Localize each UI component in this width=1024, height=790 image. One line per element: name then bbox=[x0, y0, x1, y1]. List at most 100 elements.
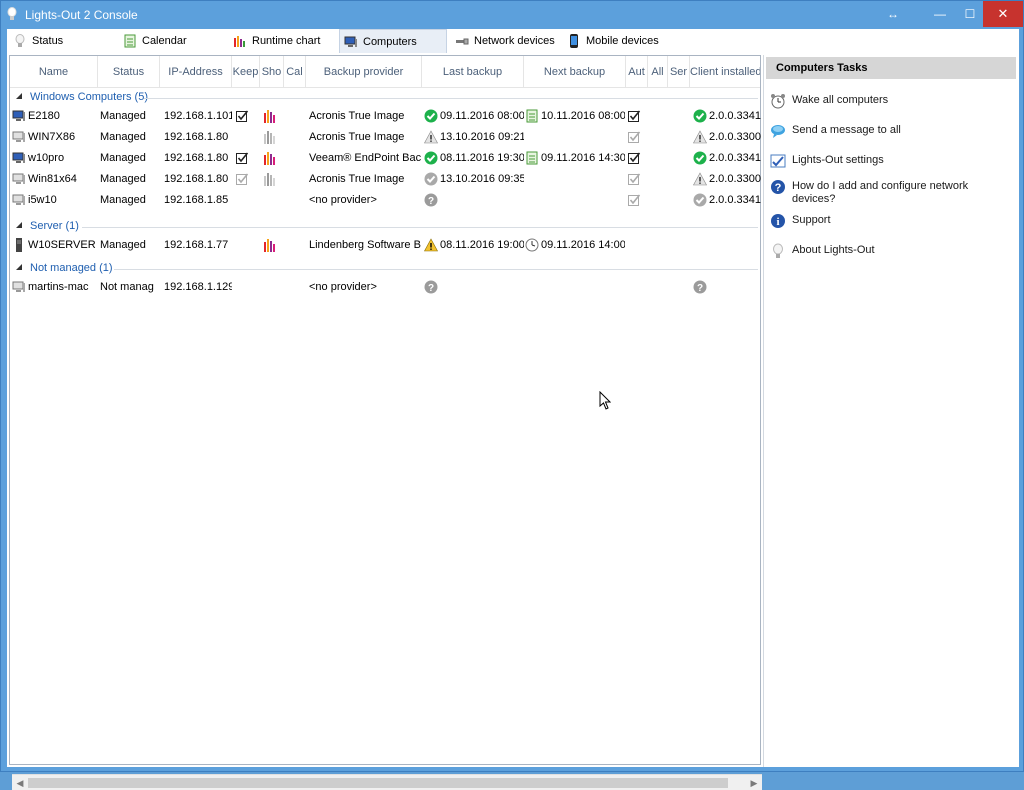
task-about[interactable]: About Lights-Out bbox=[770, 243, 1010, 259]
checkbox-checked-icon[interactable] bbox=[235, 109, 249, 123]
task-label: How do I add and configure network devic… bbox=[792, 180, 969, 205]
task-label: Send a message to all bbox=[792, 124, 901, 136]
last-backup-cell: 13.10.2016 09:21 bbox=[440, 131, 524, 143]
maximize-button[interactable]: ☐ bbox=[955, 1, 985, 27]
svg-text:?: ? bbox=[775, 182, 782, 194]
clock-icon bbox=[525, 238, 539, 252]
backup-provider-cell: Acronis True Image bbox=[309, 173, 405, 185]
collapse-triangle-icon[interactable] bbox=[16, 222, 22, 228]
bar-chart-gray-icon[interactable] bbox=[263, 130, 277, 144]
column-header-provider[interactable]: Backup provider bbox=[306, 56, 422, 88]
scroll-left-icon[interactable]: ◀ bbox=[13, 777, 27, 789]
column-header-all[interactable]: All bbox=[648, 56, 668, 88]
collapse-triangle-icon[interactable] bbox=[16, 264, 22, 270]
table-row[interactable]: E2180 Managed 192.168.1.101 Acronis True Im… bbox=[10, 106, 761, 127]
checkbox-checked-icon[interactable] bbox=[627, 151, 641, 165]
scroll-right-icon[interactable]: ▶ bbox=[747, 777, 761, 789]
checkbox-checked-icon[interactable] bbox=[235, 151, 249, 165]
warning-gray-icon bbox=[693, 130, 707, 144]
tab-label: Computers bbox=[363, 35, 417, 48]
task-label: About Lights-Out bbox=[792, 244, 875, 256]
alarm-clock-icon bbox=[770, 93, 786, 109]
tasks-header: Computers Tasks bbox=[766, 57, 1016, 79]
column-header-aut[interactable]: Aut bbox=[626, 56, 648, 88]
group-header[interactable]: Server (1) bbox=[14, 219, 758, 235]
column-header-cal[interactable]: Cal bbox=[284, 56, 306, 88]
tab-status[interactable]: Status bbox=[9, 29, 117, 53]
title-bar[interactable]: Lights-Out 2 Console ↔ — ☐ ✕ bbox=[1, 1, 1023, 29]
column-header-next-backup[interactable]: Next backup bbox=[524, 56, 626, 88]
column-header-ser[interactable]: Ser bbox=[668, 56, 690, 88]
computer-list[interactable]: Name Status IP-Address Keep Sho Cal Back… bbox=[9, 55, 762, 790]
column-header-row: Name Status IP-Address Keep Sho Cal Back… bbox=[10, 56, 760, 88]
tab-runtime-chart[interactable]: Runtime chart bbox=[229, 29, 337, 53]
table-row[interactable]: martins-mac Not manag 192.168.1.129 <no pro… bbox=[10, 277, 760, 298]
calendar-icon bbox=[525, 109, 539, 123]
computer-name: W10SERVER bbox=[28, 239, 96, 251]
backup-provider-cell: Veeam® EndPoint Back bbox=[309, 152, 421, 164]
task-label: Support bbox=[792, 214, 831, 226]
task-settings[interactable]: Lights-Out settings bbox=[770, 153, 1010, 169]
bar-chart-gray-icon[interactable] bbox=[263, 172, 277, 186]
column-header-ip[interactable]: IP-Address bbox=[160, 56, 232, 88]
backup-provider-cell: Lindenberg Software Ba bbox=[309, 239, 421, 251]
bar-chart-icon[interactable] bbox=[263, 238, 277, 252]
tab-computers[interactable]: Computers bbox=[339, 29, 447, 53]
tab-label: Network devices bbox=[474, 35, 555, 47]
checkbox-checked-gray-icon[interactable] bbox=[627, 172, 641, 186]
bulb-icon bbox=[7, 7, 17, 22]
client-installed-cell: 2.0.0.3341 bbox=[709, 110, 761, 122]
column-header-last-backup[interactable]: Last backup bbox=[422, 56, 524, 88]
column-header-show[interactable]: Sho bbox=[260, 56, 284, 88]
column-header-keep[interactable]: Keep bbox=[232, 56, 260, 88]
group-label: Windows Computers (5) bbox=[30, 91, 148, 103]
group-header[interactable]: Windows Computers (5) bbox=[14, 90, 758, 106]
scrollbar-thumb[interactable] bbox=[28, 778, 728, 788]
task-support[interactable]: i Support bbox=[770, 213, 1010, 229]
table-row[interactable]: w10pro Managed 192.168.1.80 Veeam® EndPoint… bbox=[10, 148, 761, 169]
bar-chart-icon[interactable] bbox=[263, 109, 277, 123]
svg-text:i: i bbox=[776, 216, 779, 228]
tab-network-devices[interactable]: Network devices bbox=[451, 29, 561, 53]
minimize-button[interactable]: — bbox=[925, 1, 955, 27]
resize-arrows-icon[interactable]: ↔ bbox=[879, 1, 907, 27]
settings-checklist-icon bbox=[770, 153, 786, 169]
tab-calendar[interactable]: Calendar bbox=[119, 29, 227, 53]
question-icon: ? bbox=[424, 280, 438, 294]
task-help-network[interactable]: ? How do I add and configure network dev… bbox=[770, 179, 1010, 206]
column-header-status[interactable]: Status bbox=[98, 56, 160, 88]
checkbox-checked-gray-icon[interactable] bbox=[627, 193, 641, 207]
tab-label: Mobile devices bbox=[586, 35, 659, 47]
bar-chart-icon[interactable] bbox=[263, 151, 277, 165]
column-header-name[interactable]: Name bbox=[10, 56, 98, 88]
table-row[interactable]: W10SERVER Managed 192.168.1.77 Lindenberg S… bbox=[10, 235, 760, 256]
collapse-triangle-icon[interactable] bbox=[16, 93, 22, 99]
tab-label: Calendar bbox=[142, 35, 187, 47]
task-wake-all[interactable]: Wake all computers bbox=[770, 93, 1010, 109]
checkbox-checked-icon[interactable] bbox=[627, 109, 641, 123]
table-row[interactable]: WIN7X86 Managed 192.168.1.80 Acronis True I… bbox=[10, 127, 761, 148]
tab-mobile-devices[interactable]: Mobile devices bbox=[563, 29, 673, 53]
horizontal-scrollbar[interactable]: ◀ ▶ bbox=[12, 774, 762, 790]
last-backup-cell: 13.10.2016 09:35 bbox=[440, 173, 524, 185]
group-header[interactable]: Not managed (1) bbox=[14, 261, 758, 277]
computer-name: martins-mac bbox=[28, 281, 89, 293]
backup-provider-cell: Acronis True Image bbox=[309, 110, 405, 122]
group-divider bbox=[82, 227, 758, 228]
status-ok-icon bbox=[424, 109, 438, 123]
bulb-icon bbox=[770, 243, 786, 259]
checkbox-checked-gray-icon[interactable] bbox=[627, 130, 641, 144]
tasks-pane: Computers Tasks Wake all computers Send … bbox=[763, 55, 1019, 767]
table-row[interactable]: i5w10 Managed 192.168.1.85 <no provider>? 2.… bbox=[10, 190, 761, 211]
table-row[interactable]: Win81x64 Managed 192.168.1.80 Acronis True … bbox=[10, 169, 761, 190]
computer-name: Win81x64 bbox=[28, 173, 77, 185]
checkbox-checked-gray-icon[interactable] bbox=[235, 172, 249, 186]
status-cell: Managed bbox=[100, 131, 146, 143]
computer-gray-icon bbox=[12, 172, 26, 186]
tab-bar: Status Calendar Runtime chart Computers … bbox=[7, 29, 1019, 53]
computer-gray-icon bbox=[12, 280, 26, 294]
close-button[interactable]: ✕ bbox=[983, 1, 1023, 27]
last-backup-cell: 09.11.2016 08:00 bbox=[440, 110, 524, 122]
column-header-client[interactable]: Client installed bbox=[690, 56, 760, 88]
task-send-message[interactable]: Send a message to all bbox=[770, 123, 1010, 139]
